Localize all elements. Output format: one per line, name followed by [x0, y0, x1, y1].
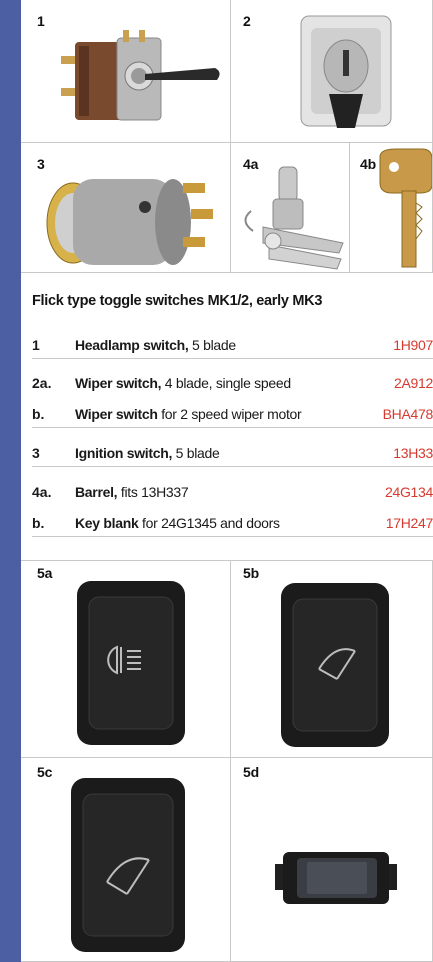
- part-row: 1 Headlamp switch, 5 blade 1H907: [32, 332, 433, 359]
- part-row: 4a. Barrel, fits 13H337 24G134: [32, 479, 433, 505]
- part-row: 3 Ignition switch, 5 blade 13H33: [32, 440, 433, 467]
- item-description: Key blank for 24G1345 and doors: [75, 510, 280, 536]
- item-name: Headlamp switch,: [75, 337, 189, 353]
- ignition-switch-image: [46, 179, 213, 265]
- item-name: Key blank: [75, 515, 139, 531]
- item-description: Headlamp switch, 5 blade: [75, 332, 236, 358]
- panel-label: 5a: [37, 565, 53, 581]
- item-name: Wiper switch,: [75, 375, 162, 391]
- part-number: BHA478: [382, 406, 433, 422]
- panel-label: 1: [37, 13, 45, 29]
- item-detail: for 2 speed wiper motor: [157, 406, 302, 422]
- part-number: 24G134: [384, 484, 433, 500]
- wiper-rocker-image: [71, 778, 185, 952]
- item-detail: for 24G1345 and doors: [138, 515, 280, 531]
- ignition-lock-image: [300, 15, 392, 128]
- panel-2: 2: [231, 0, 433, 143]
- barrel-and-keys-image: [244, 166, 344, 270]
- part-number: 1H907: [393, 337, 433, 353]
- panel-label: 5c: [37, 764, 53, 780]
- item-detail: 5 blade: [188, 337, 236, 353]
- item-detail: 5 blade: [172, 445, 220, 461]
- panel-4b: 4b: [350, 143, 433, 273]
- part-row: 2a. Wiper switch, 4 blade, single speed …: [32, 370, 433, 396]
- item-number: 4a.: [32, 484, 52, 500]
- item-description: Ignition switch, 5 blade: [75, 440, 220, 466]
- catalog-page: 1 2 3 4a 4b Flick type toggle switches M…: [21, 0, 433, 962]
- panel-1: 1: [21, 0, 231, 143]
- key-blank-image: [379, 148, 432, 268]
- panel-label: 5d: [243, 764, 259, 780]
- item-description: Wiper switch for 2 speed wiper motor: [75, 401, 302, 427]
- item-number: b.: [32, 515, 45, 531]
- panel-5a: 5a: [21, 560, 231, 758]
- item-number: b.: [32, 406, 45, 422]
- part-number: 2A912: [394, 375, 433, 391]
- page-edge-band: [0, 0, 21, 962]
- panel-4a: 4a: [231, 143, 350, 273]
- panel-5c: 5c: [21, 758, 231, 962]
- panel-3: 3: [21, 143, 231, 273]
- section-heading: Flick type toggle switches MK1/2, early …: [32, 293, 323, 309]
- item-name: Ignition switch,: [75, 445, 173, 461]
- part-number: 13H33: [393, 445, 433, 461]
- part-row: b. Key blank for 24G1345 and doors 17H24…: [32, 510, 433, 537]
- part-number: 17H247: [385, 515, 433, 531]
- item-number: 2a.: [32, 375, 52, 391]
- item-number: 1: [32, 337, 40, 353]
- blank-rocker-image: [275, 852, 397, 904]
- fog-lamp-rocker-image: [77, 581, 185, 745]
- panel-5d: 5d: [231, 758, 433, 962]
- item-name: Wiper switch: [75, 406, 158, 422]
- panel-label: 2: [243, 13, 251, 29]
- panel-5b: 5b: [231, 560, 433, 758]
- item-description: Barrel, fits 13H337: [75, 479, 189, 505]
- item-detail: 4 blade, single speed: [161, 375, 291, 391]
- part-row: b. Wiper switch for 2 speed wiper motor …: [32, 401, 433, 428]
- toggle-switch-image: [61, 30, 220, 121]
- item-description: Wiper switch, 4 blade, single speed: [75, 370, 291, 396]
- item-number: 3: [32, 445, 40, 461]
- item-name: Barrel,: [75, 484, 118, 500]
- panel-label: 5b: [243, 565, 259, 581]
- wiper-rocker-image: [281, 583, 389, 747]
- item-detail: fits 13H337: [117, 484, 189, 500]
